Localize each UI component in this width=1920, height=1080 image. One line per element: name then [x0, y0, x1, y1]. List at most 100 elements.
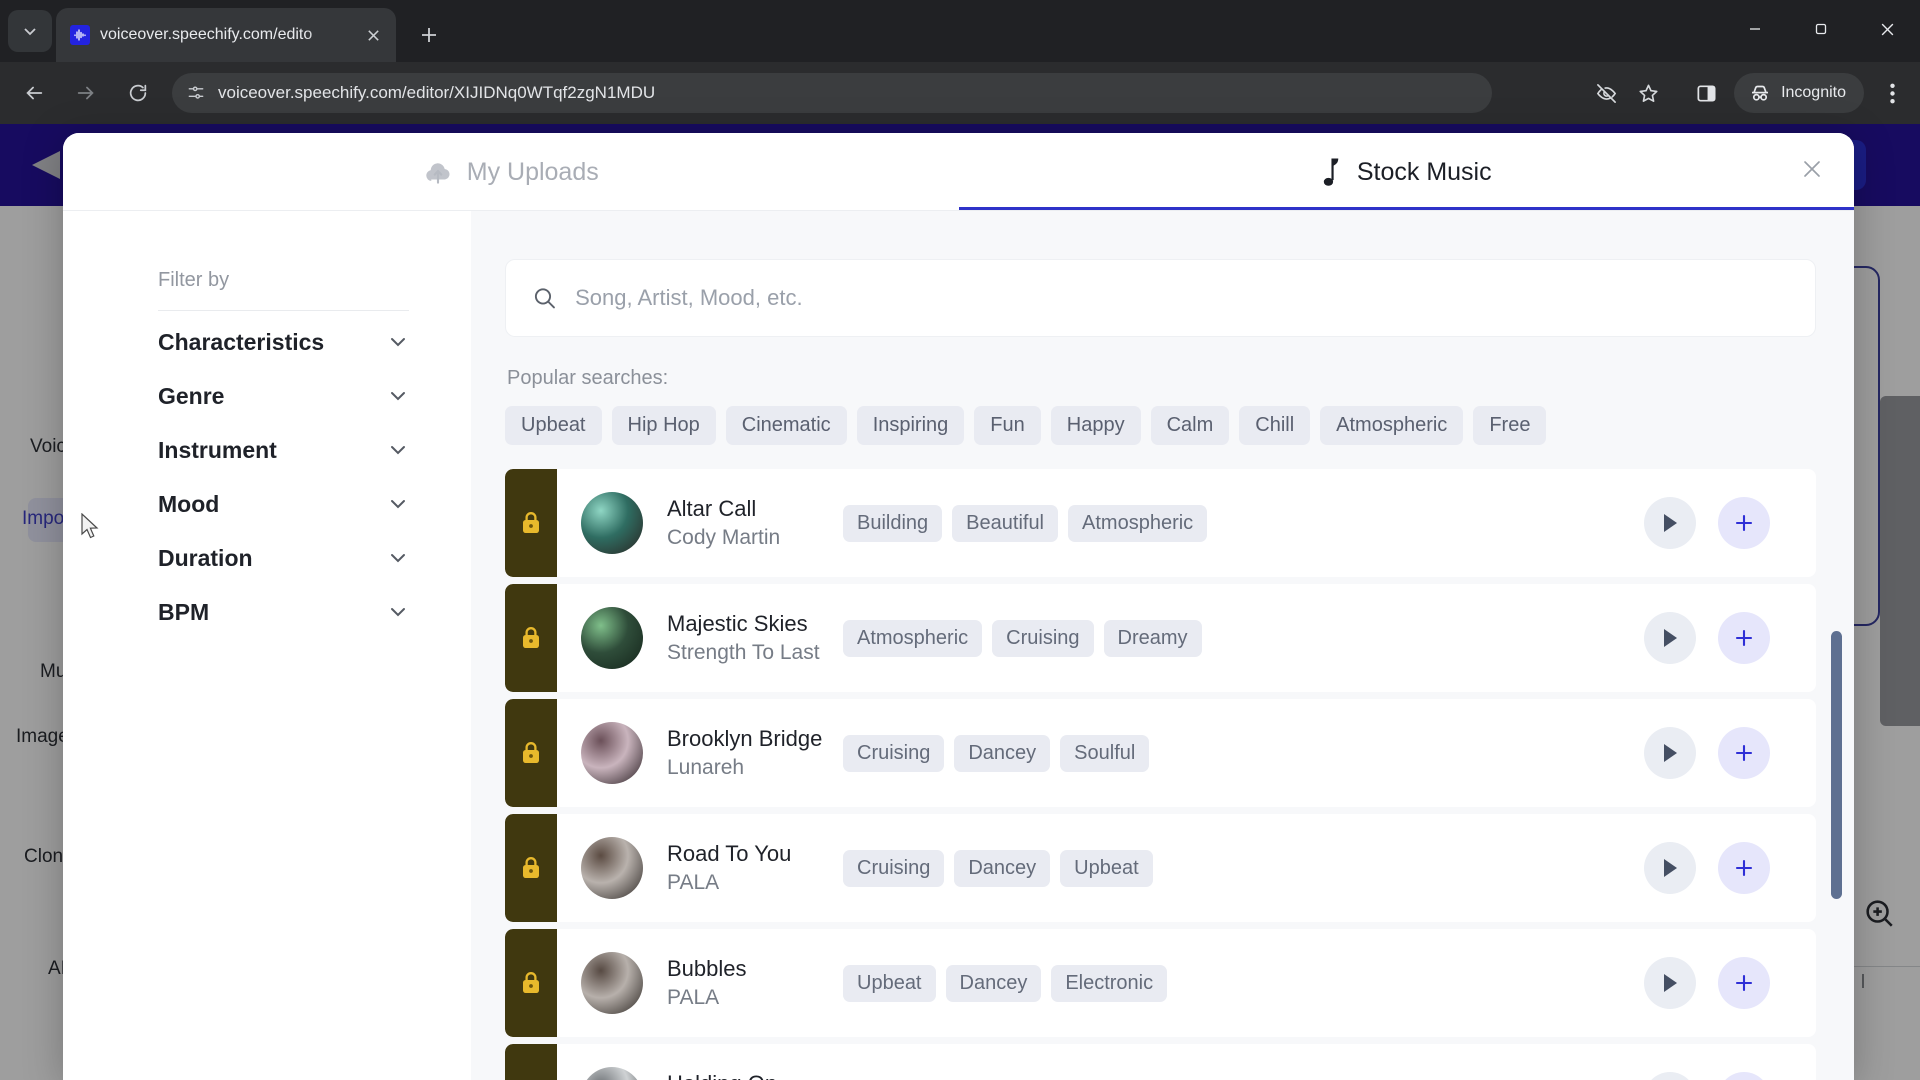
chevron-down-icon	[387, 439, 409, 461]
back-button[interactable]	[14, 73, 54, 113]
popular-chip[interactable]: Atmospheric	[1320, 406, 1464, 445]
tab-search-button[interactable]	[8, 10, 52, 52]
browser-menu-button[interactable]	[1872, 73, 1912, 113]
track-tag[interactable]: Upbeat	[843, 964, 936, 1002]
window-maximize-button[interactable]	[1788, 0, 1854, 58]
popular-chip[interactable]: Free	[1473, 406, 1547, 445]
popular-chip[interactable]: Inspiring	[856, 406, 965, 445]
track-tag[interactable]: Cruising	[992, 619, 1094, 657]
filter-bpm[interactable]: BPM	[158, 585, 409, 639]
track-play-button[interactable]	[1644, 1072, 1696, 1080]
maximize-icon	[1815, 23, 1827, 35]
filter-genre[interactable]: Genre	[158, 369, 409, 423]
filter-instrument[interactable]: Instrument	[158, 423, 409, 477]
track-lock-badge	[505, 929, 557, 1037]
track-tag[interactable]: Electronic	[1051, 964, 1168, 1002]
popular-chip[interactable]: Cinematic	[725, 406, 847, 445]
track-add-button[interactable]	[1718, 842, 1770, 894]
play-icon	[1664, 629, 1677, 647]
track-row[interactable]: Road To You PALA Cruising Dancey Upbeat	[505, 814, 1816, 922]
filter-label: Instrument	[158, 436, 277, 463]
new-tab-button[interactable]	[412, 18, 446, 52]
track-row[interactable]: Bubbles PALA Upbeat Dancey Electronic	[505, 929, 1816, 1037]
filter-by-label: Filter by	[158, 269, 230, 291]
track-actions	[1644, 727, 1816, 779]
plus-icon	[1735, 514, 1753, 532]
search-bar[interactable]	[505, 259, 1816, 337]
track-play-button[interactable]	[1644, 957, 1696, 1009]
track-tag[interactable]: Building	[843, 504, 943, 542]
track-play-button[interactable]	[1644, 727, 1696, 779]
track-meta: Majestic Skies Strength To Last	[667, 611, 835, 665]
tab-title: voiceover.speechify.com/edito	[100, 26, 313, 43]
popular-chip[interactable]: Upbeat	[505, 406, 602, 445]
filter-duration[interactable]: Duration	[158, 531, 409, 585]
popular-chip[interactable]: Hip Hop	[611, 406, 716, 445]
window-minimize-button[interactable]	[1722, 0, 1788, 58]
track-tag[interactable]: Dreamy	[1103, 619, 1202, 657]
modal-header: My Uploads Stock Music	[63, 133, 1854, 211]
browser-tab[interactable]: voiceover.speechify.com/edito	[56, 8, 396, 62]
play-icon	[1664, 744, 1677, 762]
tracking-protection-button[interactable]	[1586, 73, 1626, 113]
bookmark-button[interactable]	[1628, 73, 1668, 113]
track-lock-badge	[505, 1044, 557, 1080]
track-play-button[interactable]	[1644, 612, 1696, 664]
modal-close-button[interactable]	[1792, 149, 1832, 189]
reload-button[interactable]	[118, 73, 158, 113]
chevron-down-icon	[387, 331, 409, 353]
track-add-button[interactable]	[1718, 497, 1770, 549]
filter-characteristics[interactable]: Characteristics	[158, 315, 409, 369]
track-list: Altar Call Cody Martin Building Beautiful At…	[505, 469, 1816, 1080]
track-play-button[interactable]	[1644, 842, 1696, 894]
tab-my-uploads[interactable]: My Uploads	[63, 133, 959, 211]
popular-chip[interactable]: Fun	[974, 406, 1041, 445]
track-add-button[interactable]	[1718, 957, 1770, 1009]
results-pane: Popular searches: Upbeat Hip Hop Cinemat…	[471, 211, 1854, 1080]
track-play-button[interactable]	[1644, 497, 1696, 549]
filter-divider	[158, 310, 409, 311]
track-tag[interactable]: Soulful	[1060, 734, 1150, 772]
lock-icon	[523, 627, 539, 648]
track-lock-badge	[505, 699, 557, 807]
track-tag[interactable]: Dancey	[945, 964, 1042, 1002]
track-tag[interactable]: Dancey	[954, 734, 1051, 772]
results-scrollbar[interactable]	[1831, 631, 1842, 899]
track-tag[interactable]: Cruising	[843, 849, 945, 887]
track-row[interactable]: Holding OnLNDÖBuildingAtmosphericSoaring	[505, 1044, 1816, 1080]
track-row[interactable]: Altar Call Cody Martin Building Beautiful At…	[505, 469, 1816, 577]
tab-close-button[interactable]	[360, 22, 386, 48]
track-tag[interactable]: Atmospheric	[1068, 504, 1208, 542]
track-tag[interactable]: Atmospheric	[843, 619, 983, 657]
track-tag[interactable]: Upbeat	[1060, 849, 1153, 887]
track-tags: Atmospheric Cruising Dreamy	[843, 619, 1202, 657]
incognito-indicator[interactable]: Incognito	[1734, 73, 1864, 113]
forward-arrow-icon	[77, 86, 94, 100]
search-input[interactable]	[575, 285, 1789, 311]
track-title: Brooklyn Bridge	[667, 726, 823, 751]
popular-chip[interactable]: Chill	[1239, 406, 1311, 445]
side-panel-button[interactable]	[1686, 73, 1726, 113]
site-settings-icon[interactable]	[186, 83, 206, 103]
track-add-button[interactable]	[1718, 727, 1770, 779]
address-bar[interactable]: voiceover.speechify.com/editor/XIJIDNq0W…	[172, 73, 1492, 113]
popular-chip[interactable]: Happy	[1050, 406, 1141, 445]
track-add-button[interactable]	[1718, 1072, 1770, 1080]
tab-stock-music[interactable]: Stock Music	[958, 133, 1855, 211]
lock-icon	[523, 857, 539, 878]
track-add-button[interactable]	[1718, 612, 1770, 664]
track-tag[interactable]: Dancey	[954, 849, 1051, 887]
track-tag[interactable]: Beautiful	[952, 504, 1059, 542]
music-note-icon	[1323, 158, 1339, 186]
track-tag[interactable]: Cruising	[843, 734, 945, 772]
track-row[interactable]: Majestic Skies Strength To Last Atmospheri…	[505, 584, 1816, 692]
results-inner: Popular searches: Upbeat Hip Hop Cinemat…	[471, 259, 1854, 1080]
popular-chip[interactable]: Calm	[1150, 406, 1230, 445]
filter-mood[interactable]: Mood	[158, 477, 409, 531]
track-row[interactable]: Brooklyn Bridge Lunareh Cruising Dancey Soul…	[505, 699, 1816, 807]
track-meta: Brooklyn Bridge Lunareh	[667, 726, 835, 780]
forward-button[interactable]	[66, 73, 106, 113]
url-text: voiceover.speechify.com/editor/XIJIDNq0W…	[218, 83, 656, 102]
window-close-button[interactable]	[1854, 0, 1920, 58]
filter-label: Genre	[158, 382, 225, 409]
